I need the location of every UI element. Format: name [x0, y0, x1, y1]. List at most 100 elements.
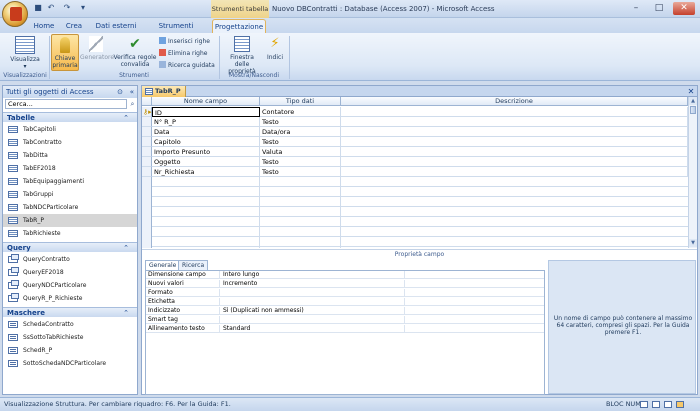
data-type-cell[interactable]: Contatore	[260, 107, 341, 117]
vertical-scrollbar[interactable]: ▲ ▼	[688, 97, 697, 248]
field-name-cell[interactable]: Capitolo	[152, 137, 260, 147]
property-row[interactable]: Smart tag	[146, 316, 544, 324]
field-name-cell[interactable]: Data	[152, 127, 260, 137]
search-icon[interactable]: ⌕	[128, 99, 137, 109]
pivotchart-view-icon[interactable]	[664, 401, 672, 408]
tab-home[interactable]: Home	[30, 19, 58, 33]
datasheet-view-icon[interactable]	[640, 401, 648, 408]
row-selector[interactable]	[142, 167, 152, 177]
property-row[interactable]: Nuovi valori Incremento	[146, 280, 544, 288]
data-type-cell[interactable]: Testo	[260, 117, 341, 127]
property-row[interactable]: Etichetta	[146, 298, 544, 306]
design-view-icon[interactable]	[676, 401, 684, 408]
property-value[interactable]: Sì (Duplicati non ammessi)	[223, 307, 403, 315]
document-tab[interactable]: TabR_P	[142, 86, 186, 97]
close-button[interactable]: ✕	[673, 2, 695, 15]
field-name-cell[interactable]: Nr_Richiesta	[152, 167, 260, 177]
undo-icon[interactable]: ↶	[46, 3, 56, 13]
ricerca-guidata-button[interactable]: Ricerca guidata	[159, 61, 215, 70]
indici-button[interactable]: ⚡ Indici	[264, 36, 286, 61]
scroll-up-icon[interactable]: ▲	[689, 97, 697, 105]
inserisci-righe-button[interactable]: Inserisci righe	[159, 37, 210, 46]
scroll-down-icon[interactable]: ▼	[689, 239, 697, 247]
data-type-cell[interactable]: Data/ora	[260, 127, 341, 137]
tab-dati-esterni[interactable]: Dati esterni	[90, 19, 142, 33]
row-selector[interactable]	[142, 147, 152, 157]
minimize-button[interactable]: –	[625, 2, 647, 15]
customize-qat-icon[interactable]: ▾	[78, 3, 88, 13]
field-name-cell[interactable]: N° R_P	[152, 117, 260, 127]
nav-item-query[interactable]: QueryEF2018	[3, 266, 137, 279]
property-value[interactable]	[223, 316, 403, 324]
nav-item-form[interactable]: SsSottoTabRichieste	[3, 331, 137, 344]
property-value[interactable]	[223, 289, 403, 297]
description-cell[interactable]	[341, 147, 688, 157]
nav-item-table[interactable]: TabDitta	[3, 149, 137, 162]
chiave-primaria-button[interactable]: Chiave primaria	[51, 34, 79, 71]
maximize-button[interactable]: □	[648, 2, 670, 15]
generatore-button[interactable]: Generatore	[80, 36, 114, 61]
elimina-righe-button[interactable]: Elimina righe	[159, 49, 207, 58]
visualizza-button[interactable]: Visualizza ▾	[5, 36, 45, 70]
tab-crea[interactable]: Crea	[60, 19, 88, 33]
nav-item-table[interactable]: TabRichieste	[3, 227, 137, 240]
description-cell[interactable]	[341, 157, 688, 167]
empty-rows[interactable]	[142, 177, 688, 248]
description-cell[interactable]	[341, 117, 688, 127]
tab-progettazione[interactable]: Progettazione	[212, 19, 266, 33]
property-row[interactable]: Formato	[146, 289, 544, 297]
verifica-regole-button[interactable]: ✔ Verifica regole convalida	[112, 36, 158, 68]
field-name-cell[interactable]: ID	[152, 107, 260, 117]
collapse-pane-icon[interactable]: «	[130, 86, 134, 98]
description-cell[interactable]	[341, 167, 688, 177]
field-name-cell[interactable]: Oggetto	[152, 157, 260, 167]
tab-strumenti-database[interactable]: Strumenti database	[143, 19, 209, 44]
redo-icon[interactable]: ↷	[62, 3, 72, 13]
data-type-cell[interactable]: Testo	[260, 137, 341, 147]
row-selector[interactable]: ⚷▸	[142, 107, 152, 117]
property-value[interactable]	[223, 298, 403, 306]
nav-item-form[interactable]: SchedaContratto	[3, 318, 137, 331]
nav-item-query[interactable]: QueryNDCParticolare	[3, 279, 137, 292]
tab-generale[interactable]: Generale	[145, 260, 181, 270]
nav-group-query[interactable]: Query ⌃	[3, 242, 137, 252]
column-header-descrizione[interactable]: Descrizione	[341, 97, 688, 106]
property-value[interactable]: Intero lungo	[223, 271, 403, 279]
nav-search-input[interactable]: Cerca...	[5, 99, 127, 109]
data-type-cell[interactable]: Valuta	[260, 147, 341, 157]
row-selector[interactable]	[142, 157, 152, 167]
close-document-icon[interactable]: ✕	[685, 86, 697, 97]
data-type-cell[interactable]: Testo	[260, 157, 341, 167]
finestra-proprieta-button[interactable]: Finestra delle proprietà	[222, 36, 262, 75]
nav-item-table[interactable]: TabCapitoli	[3, 123, 137, 136]
nav-item-form[interactable]: SchedR_P	[3, 344, 137, 357]
description-cell[interactable]	[341, 137, 688, 147]
nav-item-table[interactable]: TabEquipaggiamenti	[3, 175, 137, 188]
row-selector[interactable]	[142, 127, 152, 137]
description-cell[interactable]	[341, 107, 688, 117]
nav-item-table[interactable]: TabNDCParticolare	[3, 201, 137, 214]
property-value[interactable]: Incremento	[223, 280, 403, 288]
column-header-nome-campo[interactable]: Nome campo	[152, 97, 260, 106]
row-selector[interactable]	[142, 117, 152, 127]
nav-item-table-selected[interactable]: TabR_P	[3, 214, 137, 227]
property-value[interactable]: Standard	[223, 325, 403, 333]
property-row[interactable]: Indicizzato Sì (Duplicati non ammessi)	[146, 307, 544, 315]
data-type-cell[interactable]: Testo	[260, 167, 341, 177]
nav-header[interactable]: Tutti gli oggetti di Access ⊙ «	[3, 86, 137, 98]
field-name-cell[interactable]: Importo Presunto	[152, 147, 260, 157]
pivottable-view-icon[interactable]	[652, 401, 660, 408]
property-row[interactable]: Dimensione campo Intero lungo	[146, 271, 544, 279]
nav-group-tabelle[interactable]: Tabelle ⌃	[3, 112, 137, 122]
column-header-tipo-dati[interactable]: Tipo dati	[260, 97, 341, 106]
nav-item-query[interactable]: QueryContratto	[3, 253, 137, 266]
description-cell[interactable]	[341, 127, 688, 137]
row-selector[interactable]	[142, 137, 152, 147]
property-row[interactable]: Allineamento testo Standard	[146, 325, 544, 333]
nav-item-form[interactable]: SottoSchedaNDCParticolare	[3, 357, 137, 370]
office-button[interactable]	[2, 1, 28, 27]
scroll-thumb[interactable]	[690, 106, 696, 114]
nav-item-table[interactable]: TabEF2018	[3, 162, 137, 175]
save-icon[interactable]: ■	[33, 3, 43, 13]
tab-ricerca[interactable]: Ricerca	[178, 260, 209, 270]
